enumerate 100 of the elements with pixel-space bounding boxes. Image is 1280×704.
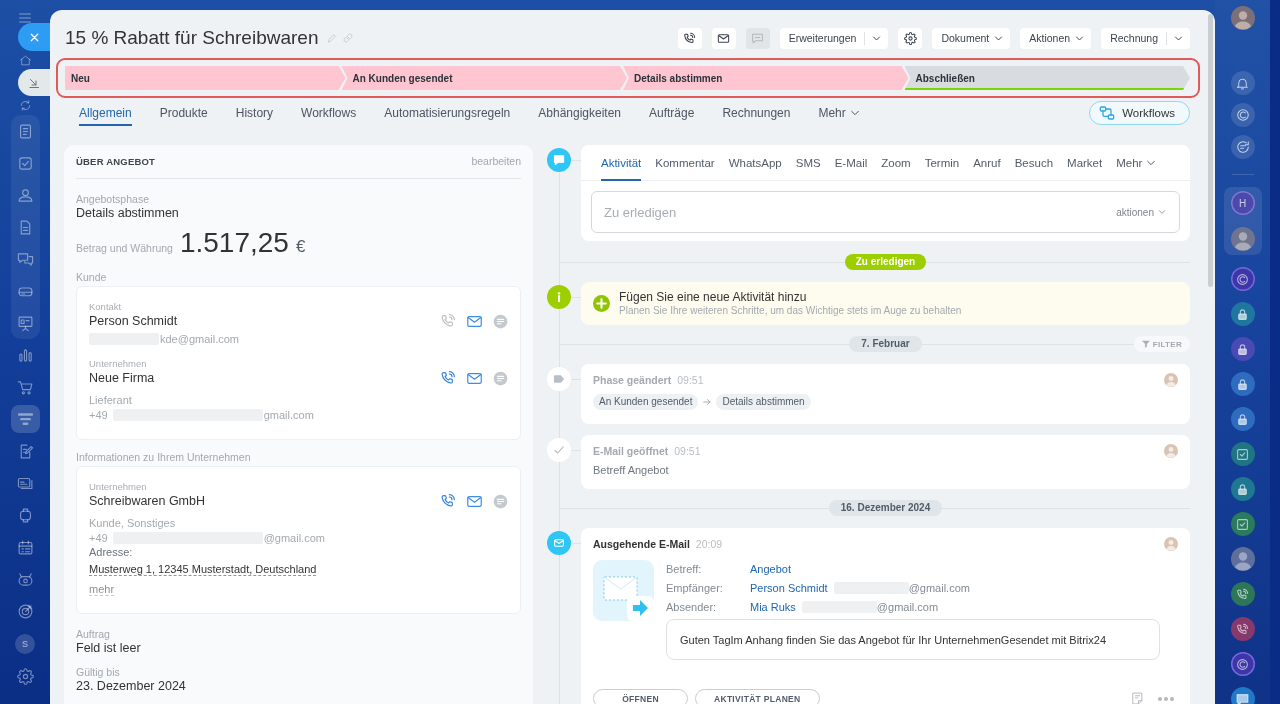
avatar-icon xyxy=(1164,373,1178,387)
email-field-label: Empfänger: xyxy=(666,581,724,594)
target-icon xyxy=(17,602,34,620)
avatar-icon[interactable] xyxy=(1230,547,1255,571)
chevron-icon xyxy=(1146,158,1157,168)
composer-tab[interactable]: Zoom xyxy=(881,145,911,181)
collapse-button[interactable] xyxy=(18,69,50,96)
section-heading: ÜBER ANGEBOT xyxy=(76,155,156,167)
info-icon xyxy=(547,285,571,309)
note-icon[interactable] xyxy=(1131,692,1144,704)
todo-badge: Zu erledigen xyxy=(844,254,927,270)
tab[interactable]: Automatisierungsregeln xyxy=(370,100,525,126)
tab[interactable]: Produkte xyxy=(145,100,222,126)
entity-category: Kunde, Sonstiges xyxy=(89,516,177,530)
composer-tab[interactable]: Aktivität xyxy=(601,145,642,181)
menu-button[interactable]: Aktionen xyxy=(1020,27,1092,49)
email-button[interactable] xyxy=(711,27,736,49)
entity-type-label: Unternehmen xyxy=(89,481,148,493)
collapse-icon xyxy=(28,76,40,89)
composer-tab[interactable]: Kommentar xyxy=(655,145,715,181)
email-link[interactable]: Angebot xyxy=(750,562,791,575)
funnel-icon xyxy=(17,410,34,428)
stage-step[interactable]: Neu xyxy=(65,66,346,90)
bar-chart-icon xyxy=(17,346,34,364)
stage-step[interactable]: Abschließen xyxy=(904,66,1190,90)
checkbox-icon xyxy=(17,154,34,172)
tab[interactable]: Mehr xyxy=(804,100,874,126)
avatar-icon[interactable] xyxy=(1230,227,1255,251)
field-value: Details abstimmen xyxy=(76,206,180,220)
lock-icon[interactable] xyxy=(1230,407,1255,431)
stage-step[interactable]: An Kunden gesendet xyxy=(341,66,627,90)
menu-button[interactable]: Dokument xyxy=(932,27,1011,49)
menu-button[interactable]: Erweiterungen xyxy=(779,27,889,49)
add-icon[interactable] xyxy=(593,295,610,312)
action-button[interactable]: ÖFFNEN xyxy=(593,689,688,704)
tab[interactable]: Rechnungen xyxy=(708,100,805,126)
composer-tab[interactable]: Termin xyxy=(924,145,960,181)
tab[interactable]: History xyxy=(221,100,288,126)
address-link[interactable]: Musterweg 1, 12345 Musterstadt, Deutschland xyxy=(89,563,317,576)
activity-title: E-Mail geöffnet xyxy=(593,445,669,457)
email-link[interactable]: Person Schmidt xyxy=(750,581,828,594)
sidebar-item[interactable] xyxy=(11,405,40,433)
email-link[interactable]: Mia Ruks xyxy=(750,600,796,613)
phone-icon[interactable] xyxy=(440,370,456,386)
lock-icon[interactable] xyxy=(1230,302,1255,326)
suggestion-card[interactable]: Fügen Sie eine neue Aktivität hinzu Planen Sie Ihre weiteren Schritte, um das Wichtige stets im Auge zu behalten xyxy=(581,282,1190,325)
scrollbar-thumb[interactable] xyxy=(1208,14,1213,287)
phone-icon[interactable] xyxy=(1230,617,1255,641)
settings-button[interactable] xyxy=(898,27,923,49)
tab[interactable]: Abhängigkeiten xyxy=(524,100,635,126)
field-value: 23. Dezember 2024 xyxy=(76,679,187,693)
composer-tab[interactable]: Market xyxy=(1067,145,1103,181)
initial-avatar[interactable]: H xyxy=(1230,191,1255,215)
menu-button[interactable]: Rechnung xyxy=(1101,27,1190,49)
circle-c-icon[interactable] xyxy=(1230,267,1255,291)
avatar-icon[interactable] xyxy=(1230,6,1255,30)
lock-icon[interactable] xyxy=(1230,477,1255,501)
filter-icon xyxy=(1141,340,1150,348)
composer-tab[interactable]: E-Mail xyxy=(834,145,868,181)
bell-icon[interactable] xyxy=(1230,71,1255,95)
date-badge: 7. Februar xyxy=(849,336,922,352)
chat-sync-icon[interactable] xyxy=(1230,135,1255,159)
close-button[interactable] xyxy=(18,23,50,51)
contact-detail: @gmail.com xyxy=(263,531,325,545)
menu-icon[interactable] xyxy=(17,10,33,26)
home-icon xyxy=(19,53,32,67)
checkbox-icon[interactable] xyxy=(1230,442,1255,466)
phone-icon[interactable] xyxy=(1230,582,1255,606)
circle-c-icon[interactable] xyxy=(1230,652,1255,676)
calendar-icon xyxy=(17,538,34,556)
actions-menu[interactable]: aktionen xyxy=(1116,205,1166,219)
field-caption: Adresse: xyxy=(89,545,134,559)
settings-icon[interactable] xyxy=(16,668,34,685)
email-address: @gmail.com xyxy=(908,581,970,594)
lock-icon[interactable] xyxy=(1230,372,1255,396)
composer-tab[interactable]: SMS xyxy=(795,145,821,181)
lock-icon[interactable] xyxy=(1230,337,1255,361)
stage-step[interactable]: Details abstimmen xyxy=(623,66,909,90)
chat-icon[interactable] xyxy=(1230,687,1255,704)
circle-c-icon[interactable] xyxy=(1230,103,1255,127)
composer-tab[interactable]: Anruf xyxy=(973,145,1001,181)
entity-name[interactable]: Neue Firma xyxy=(89,371,155,385)
checkbox-icon[interactable] xyxy=(1230,512,1255,536)
settings-icon xyxy=(903,31,917,45)
entity-name[interactable]: Schreibwaren GmbH xyxy=(89,494,205,508)
field-label: Gültig bis xyxy=(76,665,121,679)
tab[interactable]: Workflows xyxy=(287,100,371,126)
phone-icon[interactable] xyxy=(440,493,456,509)
call-button[interactable] xyxy=(677,27,702,49)
entity-name[interactable]: Person Schmidt xyxy=(89,314,178,328)
workflow-button[interactable]: Workflows xyxy=(1089,101,1190,125)
action-button[interactable]: AKTIVITÄT PLANEN xyxy=(695,689,820,704)
activity-text: Betreff Angebot xyxy=(593,463,670,477)
amount-value: 1.517,25 xyxy=(179,228,289,258)
user-avatar[interactable]: S xyxy=(15,634,35,654)
tab[interactable]: Aufträge xyxy=(635,100,709,126)
composer-tab[interactable]: Mehr xyxy=(1116,145,1157,181)
composer-tab[interactable]: WhatsApp xyxy=(728,145,782,181)
chat-bubbles-icon xyxy=(17,250,34,268)
composer-tab[interactable]: Besuch xyxy=(1014,145,1054,181)
